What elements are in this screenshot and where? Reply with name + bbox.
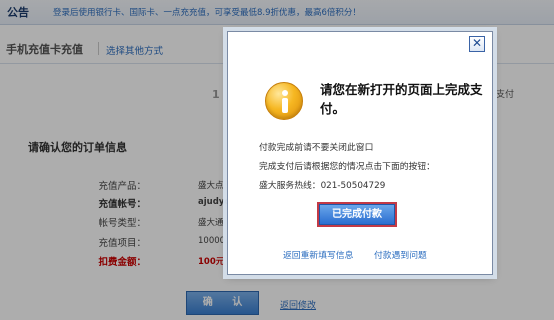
close-icon[interactable]: ✕ [469, 36, 485, 52]
dialog-hotline-text: 盛大服务热线：021-50504729 [259, 181, 386, 191]
info-icon [265, 82, 303, 120]
payment-dialog: ✕ 请您在新打开的页面上完成支付。 付款完成前请不要关闭此窗口 完成支付后请根据… [227, 31, 493, 275]
info-icon-dot [282, 90, 288, 96]
payment-problem-link[interactable]: 付款遇到问题 [374, 248, 427, 261]
dialog-warning-text: 付款完成前请不要关闭此窗口 [259, 143, 374, 153]
info-icon-bar [282, 98, 288, 113]
refill-info-link[interactable]: 返回重新填写信息 [283, 248, 353, 261]
dialog-instruction-text: 完成支付后请根据您的情况点击下面的按钮： [259, 162, 435, 172]
dialog-heading: 请您在新打开的页面上完成支付。 [320, 82, 483, 116]
payment-done-button[interactable]: 已完成付款 [319, 204, 395, 225]
